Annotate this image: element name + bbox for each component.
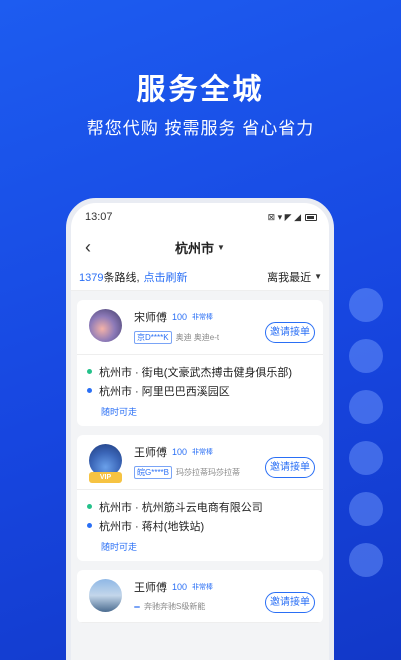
origin-text: 杭州市 · 杭州筋斗云电商有限公司	[99, 501, 263, 514]
driver-score: 100	[172, 582, 188, 592]
plate-badge	[134, 605, 140, 608]
list-toolbar: 1379条路线, 点击刷新 离我最近 ▼	[71, 263, 329, 291]
sort-label: 离我最近	[267, 271, 312, 284]
driver-card[interactable]: 王师傅 100 非常棒 奔驰奔驰S级新能 邀请接单	[77, 570, 323, 623]
decor-circle	[349, 543, 383, 577]
driver-header: 王师傅 100 非常棒 奔驰奔驰S级新能 邀请接单	[77, 570, 323, 623]
status-time: 13:07	[85, 211, 113, 223]
route-count: 1379条路线, 点击刷新	[79, 269, 188, 285]
promo-subtitle: 帮您代购 按需服务 省心省力	[86, 119, 315, 138]
refresh-link[interactable]: 点击刷新	[144, 272, 188, 284]
phone-mockup: 13:07 ⊠ ▾ ◤ ◢ ‹ 杭州市 ▼ 1379条路线, 点击刷新 离我最近 …	[66, 198, 334, 660]
nav-bar: ‹ 杭州市 ▼	[71, 231, 329, 263]
caret-down-icon: ▼	[217, 242, 225, 252]
decor-circle	[349, 441, 383, 475]
rating-tag: 非常棒	[192, 314, 214, 321]
destination-dot-icon	[87, 388, 92, 393]
back-icon[interactable]: ‹	[85, 237, 91, 258]
invite-order-button[interactable]: 邀请接单	[265, 457, 315, 478]
promo-title: 服务全城	[136, 74, 265, 106]
destination-dot-icon	[87, 523, 92, 528]
route-count-number: 1379	[79, 271, 104, 284]
rating-tag: 非常棒	[192, 449, 214, 456]
availability-text: 随时可走	[101, 407, 138, 417]
invite-order-button[interactable]: 邀请接单	[265, 592, 315, 613]
signal-icons: ⊠ ▾ ◤ ◢	[267, 211, 301, 222]
battery-icon	[305, 213, 317, 221]
driver-header: VIP 王师傅 100 非常棒 皖G****B 玛莎拉蒂玛莎拉蒂 邀请接单	[77, 435, 323, 490]
city-selector[interactable]: 杭州市 ▼	[175, 238, 225, 257]
caret-down-icon: ▼	[314, 272, 322, 281]
route-info: 杭州市 · 杭州筋斗云电商有限公司 杭州市 · 蒋村(地铁站) 随时可走	[77, 490, 323, 561]
avatar: VIP	[89, 444, 122, 483]
origin-dot-icon	[87, 369, 92, 374]
decorative-circles	[349, 288, 385, 594]
avatar	[89, 579, 122, 612]
car-model: 奔驰奔驰S级新能	[144, 602, 206, 611]
invite-order-button[interactable]: 邀请接单	[265, 322, 315, 343]
driver-card[interactable]: 宋师傅 100 非常棒 京D****K 奥迪 奥迪e-t 邀请接单 杭州市 · …	[77, 300, 323, 426]
driver-score: 100	[172, 312, 188, 322]
car-model: 玛莎拉蒂玛莎拉蒂	[176, 468, 241, 477]
driver-card[interactable]: VIP 王师傅 100 非常棒 皖G****B 玛莎拉蒂玛莎拉蒂 邀请接单 杭州…	[77, 435, 323, 561]
rating-tag: 非常棒	[192, 584, 214, 591]
route-destination: 杭州市 · 蒋村(地铁站)	[87, 516, 315, 535]
status-icons: ⊠ ▾ ◤ ◢	[268, 212, 317, 223]
avatar	[89, 309, 122, 342]
destination-text: 杭州市 · 蒋村(地铁站)	[99, 520, 205, 533]
route-count-suffix: 条路线,	[103, 271, 140, 284]
destination-text: 杭州市 · 阿里巴巴西溪园区	[99, 385, 230, 398]
availability-text: 随时可走	[101, 542, 138, 552]
decor-circle	[349, 339, 383, 373]
vip-badge: VIP	[89, 472, 122, 483]
city-label: 杭州市	[175, 240, 215, 256]
driver-score: 100	[172, 447, 188, 457]
route-origin: 杭州市 · 街电(文豪武杰搏击健身俱乐部)	[87, 362, 315, 381]
driver-name: 宋师傅	[134, 312, 167, 324]
route-destination: 杭州市 · 阿里巴巴西溪园区	[87, 381, 315, 400]
driver-header: 宋师傅 100 非常棒 京D****K 奥迪 奥迪e-t 邀请接单	[77, 300, 323, 355]
plate-badge: 京D****K	[134, 331, 172, 344]
sort-dropdown[interactable]: 离我最近 ▼	[267, 269, 322, 285]
driver-name: 王师傅	[134, 447, 167, 459]
origin-dot-icon	[87, 504, 92, 509]
decor-circle	[349, 288, 383, 322]
origin-text: 杭州市 · 街电(文豪武杰搏击健身俱乐部)	[99, 366, 293, 379]
plate-badge: 皖G****B	[134, 466, 173, 479]
status-bar: 13:07 ⊠ ▾ ◤ ◢	[71, 203, 329, 231]
driver-name: 王师傅	[134, 582, 167, 594]
route-origin: 杭州市 · 杭州筋斗云电商有限公司	[87, 497, 315, 516]
decor-circle	[349, 390, 383, 424]
decor-circle	[349, 492, 383, 526]
route-info: 杭州市 · 街电(文豪武杰搏击健身俱乐部) 杭州市 · 阿里巴巴西溪园区 随时可…	[77, 355, 323, 426]
car-model: 奥迪 奥迪e-t	[175, 333, 220, 342]
